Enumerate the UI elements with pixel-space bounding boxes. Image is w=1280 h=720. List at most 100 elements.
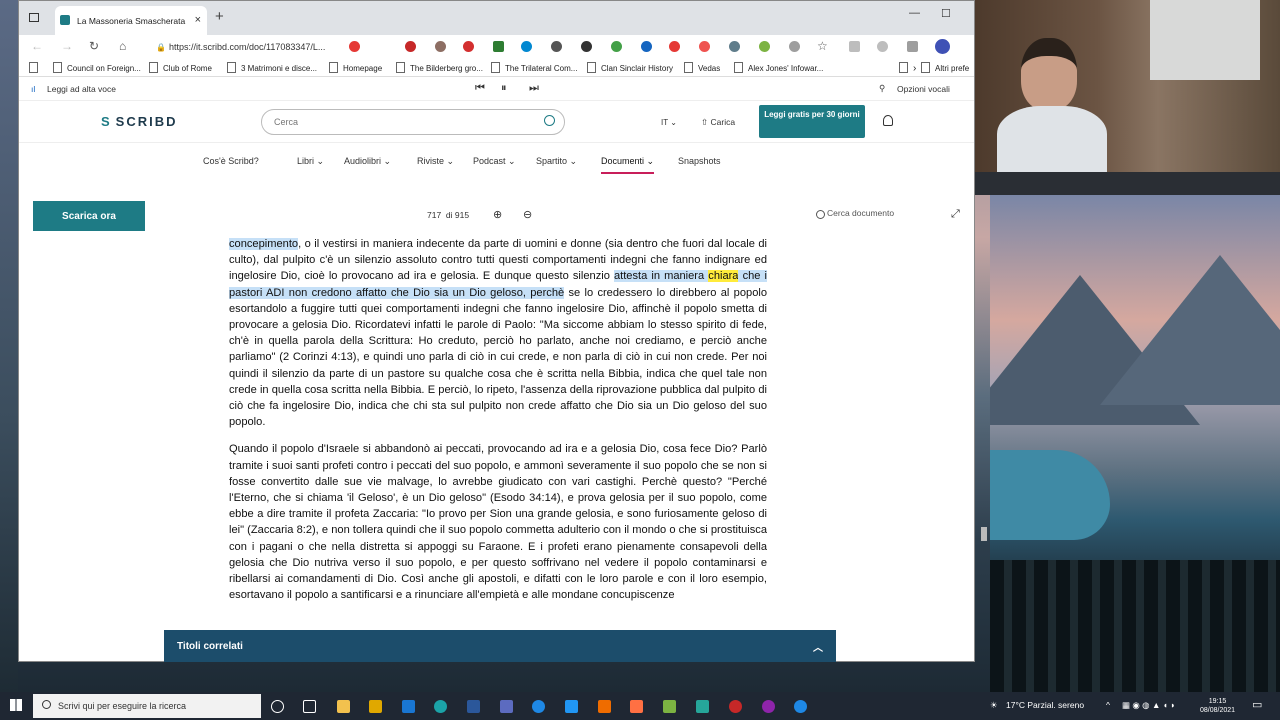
voice-options-button[interactable]: Opzioni vocali [897, 84, 950, 94]
back-icon[interactable]: ← [31, 39, 43, 53]
download-button[interactable]: Scarica ora [33, 201, 145, 231]
tray-overflow-icon[interactable]: ^ [1106, 700, 1110, 710]
bookmark-item[interactable]: 3 Matrimoni e disce... [227, 62, 317, 73]
new-tab-icon[interactable]: + [215, 8, 224, 25]
search-icon[interactable] [544, 115, 555, 126]
extension-icon[interactable] [699, 41, 710, 52]
ie-icon[interactable] [532, 700, 545, 713]
home-icon[interactable]: ⌂ [119, 39, 126, 53]
word-icon[interactable] [467, 700, 480, 713]
nav-item-books[interactable]: Libri ⌄ [297, 156, 324, 167]
forward-icon[interactable]: → [61, 39, 73, 53]
taskbar-search-input[interactable]: Scrivi qui per eseguire la ricerca [33, 694, 261, 718]
desktop-icon[interactable] [2, 140, 16, 152]
extension-icon[interactable] [435, 41, 446, 52]
cortana-icon[interactable] [271, 700, 284, 713]
extension-icon[interactable] [759, 41, 770, 52]
favorite-star-icon[interactable]: ☆ [817, 39, 828, 53]
extension-icon[interactable] [611, 41, 622, 52]
bookmark-item[interactable]: Vedas [684, 62, 720, 73]
pause-icon[interactable]: ⏸ [501, 82, 507, 95]
chevron-up-icon[interactable]: ︿ [813, 639, 823, 654]
extension-icon[interactable] [581, 41, 592, 52]
bookmark-item[interactable]: The Trilateral Com... [491, 62, 577, 73]
extensions-icon[interactable] [907, 41, 918, 52]
collections-icon[interactable] [849, 41, 860, 52]
profile-avatar[interactable] [935, 39, 950, 54]
app-icon[interactable] [630, 700, 643, 713]
language-select[interactable]: IT ⌄ [661, 118, 677, 127]
bookmark-item[interactable]: Clan Sinclair History [587, 62, 673, 73]
desktop-icon[interactable] [2, 40, 16, 52]
app-icon[interactable] [696, 700, 709, 713]
nav-item-sheet-music[interactable]: Spartito ⌄ [536, 156, 577, 167]
url-input[interactable]: 🔒 https://it.scribd.com/doc/117083347/L.… [155, 37, 365, 57]
maximize-icon[interactable]: ☐ [941, 7, 951, 20]
nav-item-documents[interactable]: Documenti ⌄ [601, 156, 655, 174]
fullscreen-icon[interactable]: ⤢ [951, 208, 960, 221]
scribd-logo[interactable]: S SCRIBD [101, 114, 178, 129]
voice-options-icon[interactable]: ⚲ [879, 83, 885, 94]
reload-icon[interactable]: ↻ [89, 39, 99, 53]
app-icon[interactable] [794, 700, 807, 713]
extension-icon[interactable] [349, 41, 360, 52]
clock[interactable]: 19:15 08/08/2021 [1200, 697, 1235, 715]
extension-icon[interactable] [521, 41, 532, 52]
nav-item-snapshots[interactable]: Snapshots [678, 156, 721, 166]
tab-active[interactable]: La Massoneria Smascherata × [55, 6, 207, 35]
upload-button[interactable]: ⇧ Carica [701, 117, 735, 128]
bookmark-item[interactable]: Homepage [329, 62, 382, 73]
tab-actions-icon[interactable] [29, 13, 39, 22]
page-current[interactable]: 717 [427, 210, 441, 220]
related-titles-panel[interactable]: Titoli correlati ︿ [164, 630, 836, 662]
nav-item-podcast[interactable]: Podcast ⌄ [473, 156, 516, 167]
file-explorer-icon[interactable] [337, 700, 350, 713]
app-icon[interactable] [598, 700, 611, 713]
app-icon[interactable] [663, 700, 676, 713]
notifications-icon[interactable]: ▭ [1252, 698, 1262, 711]
minimize-icon[interactable]: — [909, 7, 920, 19]
app-icon[interactable] [762, 700, 775, 713]
extension-icon[interactable] [551, 41, 562, 52]
free-trial-button[interactable]: Leggi gratis per 30 giorni [759, 105, 865, 138]
task-view-icon[interactable] [303, 700, 316, 713]
bookmark-item[interactable]: Club of Rome [149, 62, 212, 73]
search-input[interactable]: Cerca [261, 109, 565, 135]
extension-icon[interactable] [789, 41, 800, 52]
app-icon[interactable] [729, 700, 742, 713]
start-icon[interactable] [10, 699, 22, 711]
previous-icon[interactable]: ⏮ [475, 82, 485, 95]
app-icon[interactable] [500, 700, 513, 713]
weather-icon[interactable]: ☀ [990, 700, 998, 711]
tray-icons[interactable]: ▦ ◉ ◍ ▲ ◖ ◗ [1122, 700, 1175, 711]
nav-item-audiobooks[interactable]: Audiolibri ⌄ [344, 156, 391, 167]
scrollbar-thumb[interactable] [981, 527, 987, 541]
bookmark-item[interactable]: The Bilderberg gro... [396, 62, 483, 73]
extension-icon[interactable] [463, 41, 474, 52]
store-icon[interactable] [369, 700, 382, 713]
extension-icon[interactable] [669, 41, 680, 52]
document-search-input[interactable]: Cerca documento [815, 208, 939, 223]
bookmark-item[interactable] [29, 62, 43, 73]
desktop-icon[interactable] [2, 300, 16, 312]
user-account-icon[interactable] [883, 115, 893, 126]
extension-icon[interactable] [405, 41, 416, 52]
zoom-out-icon[interactable]: ⊖ [523, 208, 532, 221]
history-icon[interactable] [877, 41, 888, 52]
edge-icon[interactable] [434, 700, 447, 713]
close-tab-icon[interactable]: × [195, 14, 201, 26]
mail-icon[interactable] [402, 700, 415, 713]
weather-status[interactable]: 17°C Parzial. sereno [1006, 700, 1084, 710]
extension-icon[interactable] [493, 41, 504, 52]
next-icon[interactable]: ⏭ [529, 82, 539, 95]
bookmark-folder[interactable]: Altri prefe [921, 62, 969, 73]
extension-icon[interactable] [641, 41, 652, 52]
bookmarks-overflow-icon[interactable]: › [899, 62, 916, 74]
nav-item-magazines[interactable]: Riviste ⌄ [417, 156, 454, 167]
zoom-in-icon[interactable]: ⊕ [493, 208, 502, 221]
extension-icon[interactable] [729, 41, 740, 52]
nav-item-about[interactable]: Cos'è Scribd? [203, 156, 259, 166]
bookmark-item[interactable]: Alex Jones' Infowar... [734, 62, 823, 73]
bookmark-item[interactable]: Council on Foreign... [53, 62, 141, 73]
app-icon[interactable] [565, 700, 578, 713]
